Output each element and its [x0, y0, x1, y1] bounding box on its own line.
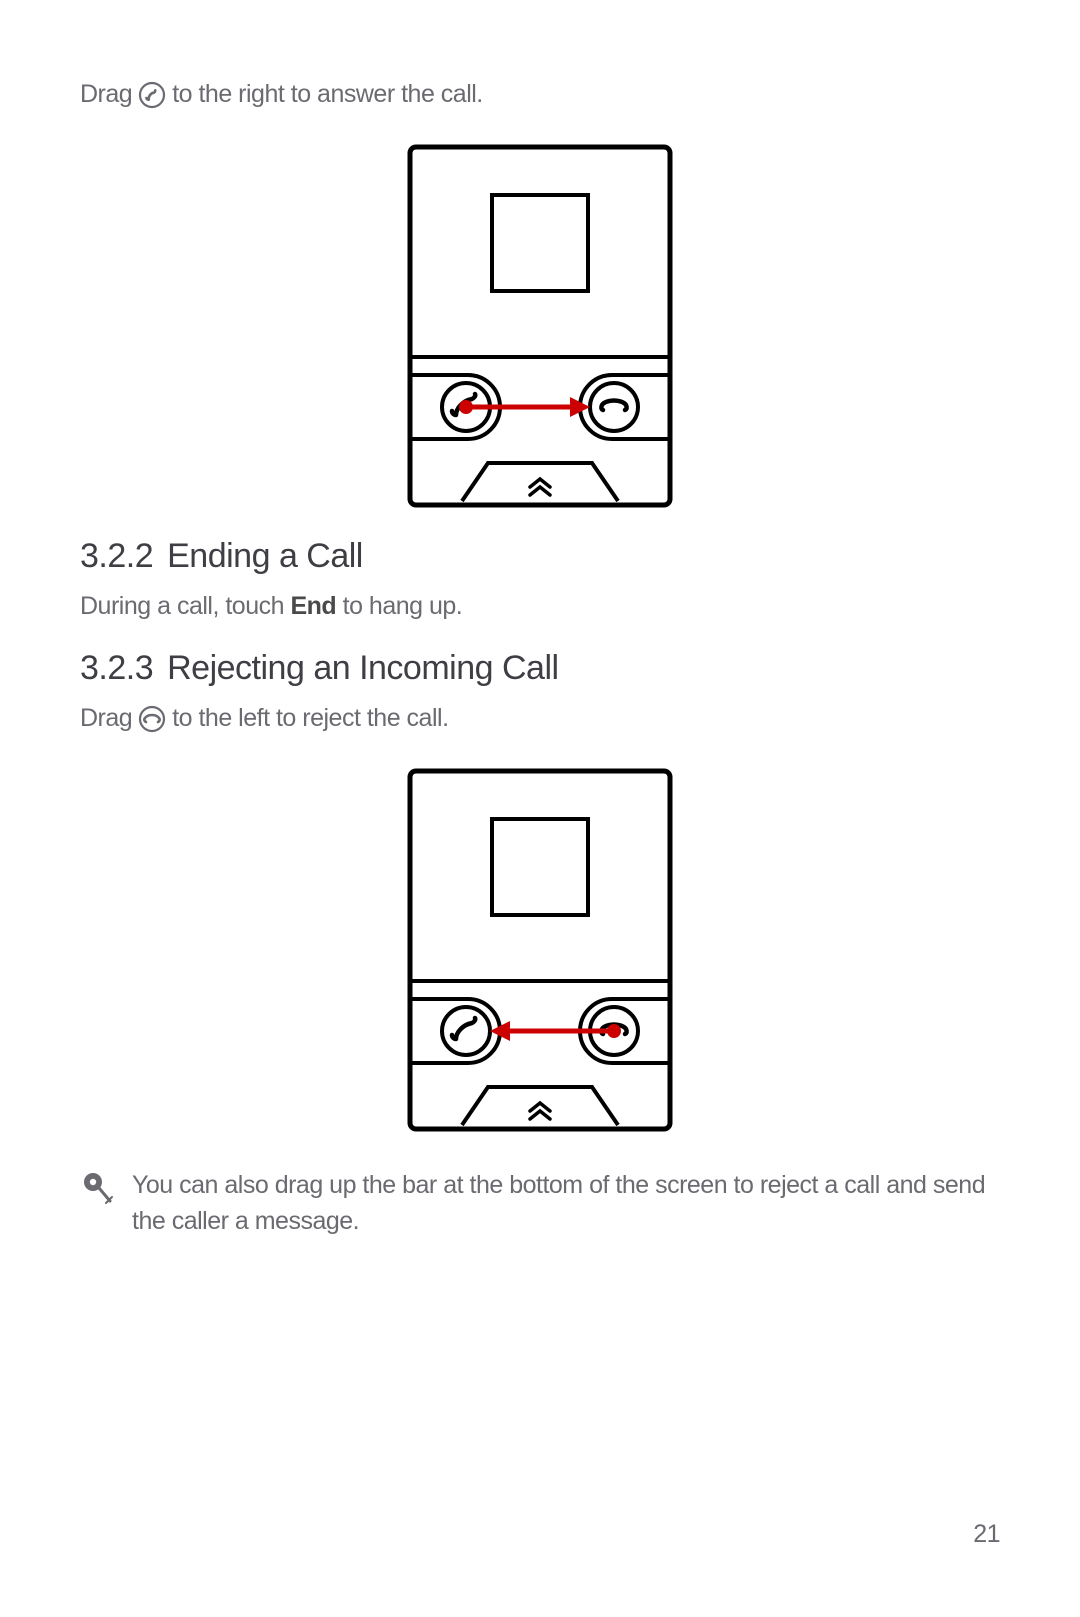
heading-number: 3.2.2 [80, 537, 153, 575]
reject-call-figure [80, 767, 1000, 1133]
tip-icon [80, 1167, 116, 1205]
ending-post: to hang up. [336, 592, 462, 620]
ending-call-text: During a call, touch End to hang up. [80, 592, 1000, 621]
ending-pre: During a call, touch [80, 592, 290, 620]
tip-text: You can also drag up the bar at the bott… [132, 1167, 1000, 1240]
end-bold: End [290, 592, 336, 620]
phone-down-icon [138, 705, 166, 733]
heading-title: Rejecting an Incoming Call [167, 649, 558, 687]
drag-rest: to the left to reject the call. [172, 704, 448, 733]
page-number: 21 [973, 1520, 1000, 1549]
answer-call-instruction: Drag to the right to answer the call. [80, 80, 1000, 109]
drag-rest: to the right to answer the call. [172, 80, 483, 109]
drag-label: Drag [80, 704, 132, 733]
heading-number: 3.2.3 [80, 649, 153, 687]
phone-up-icon [138, 81, 166, 109]
heading-rejecting-call: 3.2.3 Rejecting an Incoming Call [80, 649, 1000, 688]
reject-call-instruction: Drag to the left to reject the call. [80, 704, 1000, 733]
heading-title: Ending a Call [167, 537, 363, 575]
heading-ending-a-call: 3.2.2 Ending a Call [80, 537, 1000, 576]
answer-call-figure [80, 143, 1000, 509]
tip-note: You can also drag up the bar at the bott… [80, 1167, 1000, 1240]
document-page: Drag to the right to answer the call. [0, 0, 1080, 1300]
drag-label: Drag [80, 80, 132, 109]
